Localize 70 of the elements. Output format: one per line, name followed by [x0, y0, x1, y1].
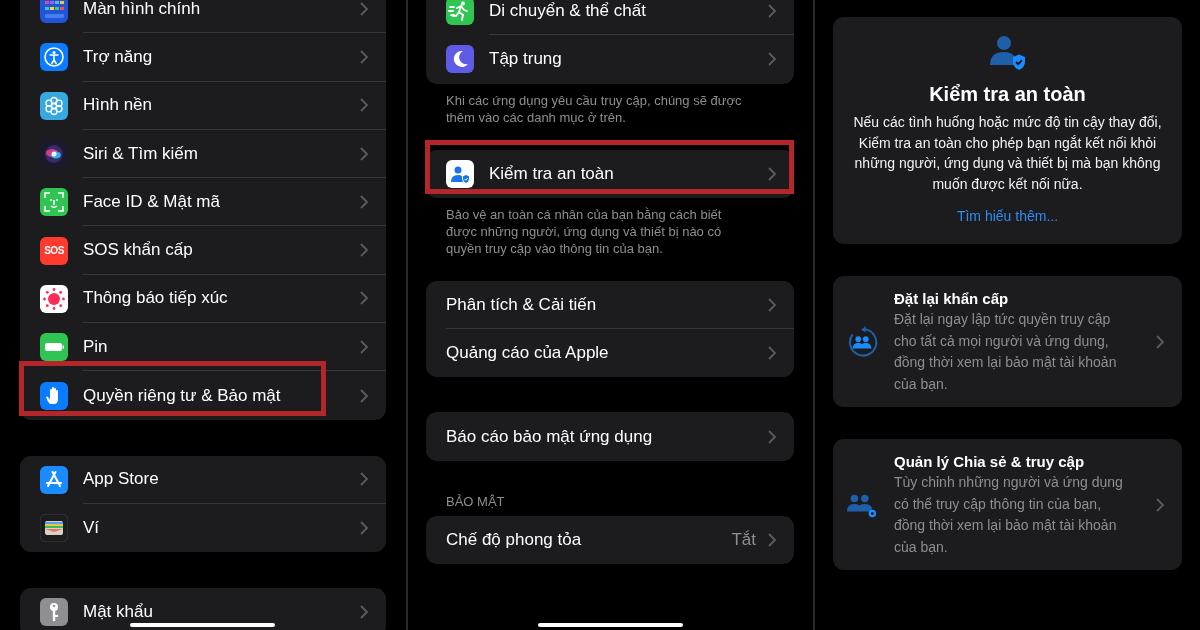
chevron-icon	[768, 166, 776, 181]
app-grid-icon	[40, 0, 68, 24]
chevron-icon	[768, 429, 776, 444]
chevron-icon	[360, 388, 368, 403]
settings-item[interactable]: Mật khẩu	[83, 602, 360, 623]
chevron-icon	[360, 146, 368, 161]
option-description: Đặt lại ngay lập tức quyền truy cập cho tất cả mọi người và ứng dụng, đồng thời xem lại bảo mật tài khoản của bạn.	[894, 310, 1118, 394]
settings-item[interactable]: Phân tích & Cải tiến	[446, 294, 768, 315]
settings-item[interactable]: Pin	[83, 336, 360, 357]
settings-item[interactable]: Trợ năng	[83, 46, 360, 67]
learn-more-link[interactable]: Tìm hiểu thêm...	[956, 208, 1059, 224]
chevron-icon	[360, 605, 368, 620]
wallet-icon	[40, 514, 68, 543]
siri-icon	[40, 140, 68, 169]
chevron-icon	[360, 339, 368, 354]
option-card[interactable]: Đặt lại khẩn cấp Đặt lại ngay lập tức quyền truy cập cho tất cả mọi người và ứng dụng, đồng thời xem lại bảo mật tài khoản của bạn.	[833, 276, 1182, 407]
settings-item[interactable]: Chế độ phong tỏa	[446, 529, 732, 550]
settings-item[interactable]: Kiểm tra an toàn	[489, 163, 768, 184]
chevron-icon	[360, 243, 368, 258]
chevron-icon	[360, 194, 368, 209]
settings-item[interactable]: Siri & Tìm kiếm	[83, 143, 360, 164]
settings-item[interactable]: Hình nền	[83, 95, 360, 116]
chevron-icon	[768, 297, 776, 312]
settings-item[interactable]: Thông báo tiếp xúc	[83, 288, 360, 309]
smiley-face-icon	[40, 188, 68, 217]
settings-item[interactable]: SOS khẩn cấp	[83, 240, 360, 261]
person-shield-icon	[987, 33, 1028, 73]
chevron-icon	[1156, 497, 1164, 512]
sun-icon	[40, 284, 68, 313]
option-card[interactable]: Quản lý Chia sẻ & truy cập Tùy chỉnh những người và ứng dụng có thể truy cập thông tin của bạn, đồng thời xem lại bảo mật tài khoản của bạn.	[833, 439, 1182, 570]
settings-item[interactable]: Di chuyển & thể chất	[489, 0, 768, 21]
hand-icon	[40, 381, 68, 410]
option-title: Quản lý Chia sẻ & truy cập	[894, 452, 1086, 472]
chevron-icon	[768, 532, 776, 547]
accessibility-icon	[40, 43, 68, 72]
person-shield-icon	[446, 159, 474, 188]
moon-icon	[446, 45, 474, 74]
settings-item[interactable]: Quyền riêng tư & Bảo mật	[83, 385, 360, 406]
section-footer: Khi các ứng dụng yêu cầu truy cập, chúng sẽ được thêm vào các danh mục ở trên.	[426, 83, 794, 126]
option-description: Tùy chỉnh những người và ứng dụng có thể truy cập thông tin của bạn, đồng thời xem lại bảo mật tài khoản của bạn.	[894, 473, 1124, 557]
flower-icon	[40, 91, 68, 120]
chevron-icon	[360, 1, 368, 16]
chevron-icon	[360, 98, 368, 113]
app-store-icon	[40, 465, 68, 494]
section-footer: Bảo vệ an toàn cá nhân của bạn bằng cách biết được những người, ứng dụng và thiết bị nào có quyền truy cập vào thông tin của bạn.	[426, 197, 794, 257]
key-icon	[40, 598, 68, 627]
chevron-icon	[768, 3, 776, 18]
sos-icon: SOS	[40, 236, 68, 265]
people-reset-icon	[846, 325, 878, 358]
chevron-icon	[360, 521, 368, 536]
settings-item[interactable]: Quảng cáo của Apple	[446, 343, 768, 364]
settings-item[interactable]: Tập trung	[489, 49, 768, 70]
settings-item[interactable]: Ví	[83, 518, 360, 539]
battery-icon	[40, 333, 68, 362]
settings-item[interactable]: Báo cáo bảo mật ứng dụng	[446, 426, 768, 447]
card-description: Nếu các tình huống hoặc mức độ tin cậy thay đổi, Kiểm tra an toàn cho phép bạn ngắt kết nối khỏi những người, ứng dụng và thiết bị mà bạn không muốn được kết nối nữa.	[852, 113, 1163, 194]
section-header: BẢO MẬT	[445, 492, 506, 511]
chevron-icon	[768, 52, 776, 67]
chevron-icon	[360, 291, 368, 306]
chevron-icon	[360, 472, 368, 487]
setting-value: Tắt	[731, 529, 756, 550]
chevron-icon	[768, 346, 776, 361]
chevron-icon	[1156, 334, 1164, 349]
settings-item[interactable]: App Store	[83, 469, 360, 490]
chevron-icon	[360, 49, 368, 64]
card-title: Kiểm tra an toàn	[929, 83, 1086, 106]
running-figure-icon	[446, 0, 474, 26]
option-title: Đặt lại khẩn cấp	[894, 289, 1010, 309]
settings-item[interactable]: Màn hình chính	[83, 0, 360, 19]
settings-item[interactable]: Face ID & Mật mã	[83, 191, 360, 212]
